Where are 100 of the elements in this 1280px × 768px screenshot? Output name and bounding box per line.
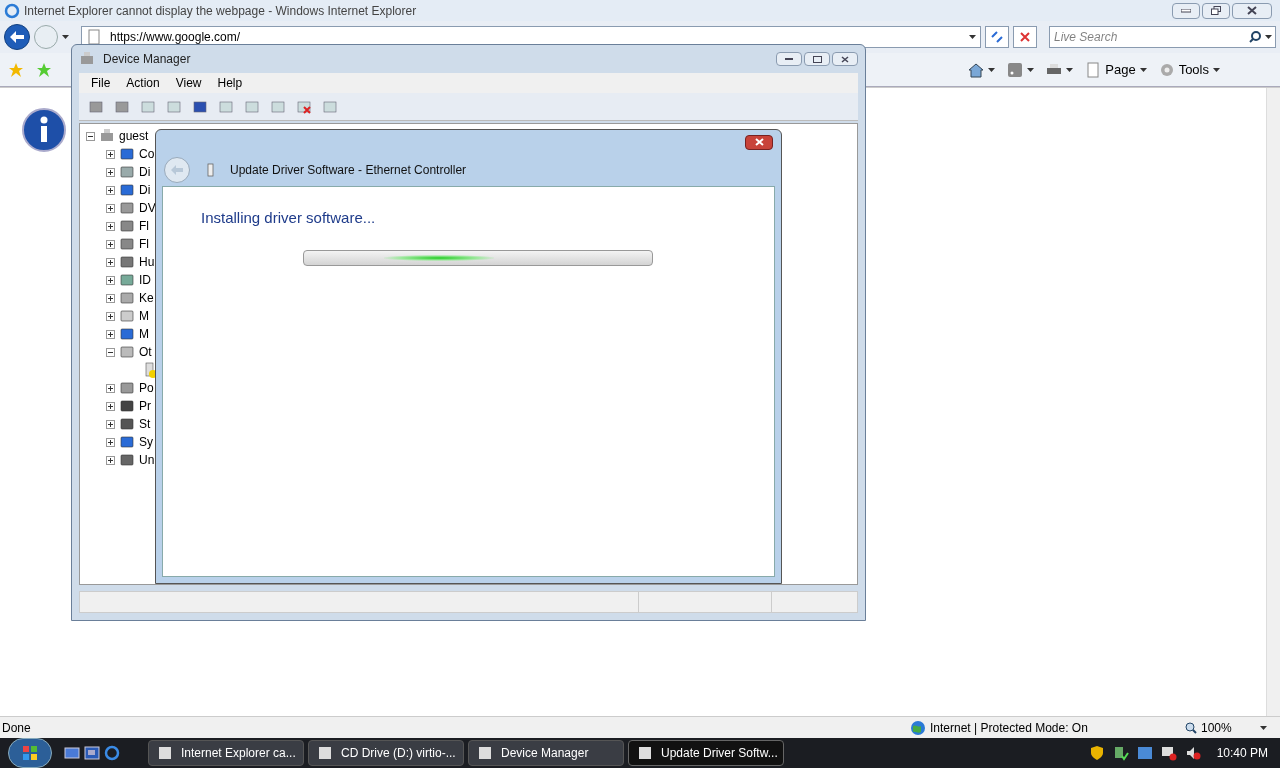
toolbar-button[interactable]: Page — [1085, 58, 1147, 81]
device-icon — [119, 200, 135, 216]
minimize-button[interactable] — [776, 52, 802, 66]
restore-icon — [1211, 6, 1221, 15]
tree-item-label[interactable]: Di — [139, 163, 151, 181]
page-icon — [1085, 61, 1102, 78]
globe-icon — [910, 719, 926, 736]
dialog-heading: Installing driver software... — [201, 208, 377, 228]
menu-item[interactable]: File — [91, 74, 111, 92]
device-icon — [119, 398, 135, 414]
tree-expander[interactable] — [106, 437, 115, 447]
caret-icon — [1139, 67, 1147, 72]
tree-item-label[interactable]: St — [139, 415, 151, 433]
tree-item-label[interactable]: Pr — [139, 397, 151, 415]
menu-item[interactable]: View — [175, 74, 202, 92]
toolbar-button[interactable]: Tools — [1158, 58, 1220, 81]
tree-item-label[interactable]: Fl — [139, 235, 149, 253]
plus-icon — [108, 331, 113, 337]
caret-icon — [1265, 35, 1272, 39]
plus-icon — [108, 151, 113, 157]
tree-item-label[interactable]: Hu — [139, 253, 155, 271]
tree-expander[interactable] — [106, 185, 115, 195]
tree-item-label[interactable]: Po — [139, 379, 154, 397]
plus-icon — [108, 223, 113, 229]
tree-expander[interactable] — [106, 257, 115, 267]
home-icon — [968, 61, 985, 78]
shield-icon — [1088, 745, 1105, 761]
taskbar-button[interactable]: Update Driver Softw... — [628, 740, 784, 766]
window-switch-icon — [84, 745, 100, 761]
restore-button[interactable] — [1202, 2, 1230, 19]
tree-expander[interactable] — [106, 167, 115, 177]
close-button[interactable] — [745, 134, 773, 150]
status-text: Done — [1, 719, 32, 737]
tree-item-label[interactable]: Un — [139, 451, 155, 469]
tree-item-label[interactable]: Ot — [139, 343, 152, 361]
plus-icon — [108, 313, 113, 319]
zoom-button[interactable]: 100% — [1185, 718, 1267, 737]
tree-expander[interactable] — [106, 383, 115, 393]
tree-item-label[interactable]: M — [139, 307, 149, 325]
star-icon — [8, 61, 24, 78]
tree-expander[interactable] — [106, 401, 115, 411]
computer-icon — [79, 51, 95, 67]
close-button[interactable] — [832, 52, 858, 66]
zoom-icon — [1185, 721, 1197, 734]
menu-item[interactable]: Action — [126, 74, 160, 92]
tree-item-label[interactable]: guest — [119, 127, 149, 145]
tree-item-label[interactable]: Co — [139, 145, 155, 163]
tree-expander[interactable] — [106, 275, 115, 285]
device-icon — [119, 254, 135, 270]
plus-icon — [108, 439, 113, 445]
tree-expander[interactable] — [106, 293, 115, 303]
device-icon — [119, 326, 135, 342]
browser-logo-icon — [104, 745, 120, 761]
tree-expander[interactable] — [106, 203, 115, 213]
panel-icon — [141, 99, 155, 114]
tree-item-label[interactable]: Fl — [139, 217, 149, 235]
close-icon — [754, 138, 764, 146]
maximize-button[interactable] — [804, 52, 830, 66]
taskbar-button[interactable]: CD Drive (D:) virtio-... — [308, 740, 464, 766]
tree-expander[interactable] — [106, 221, 115, 231]
scrollbar[interactable] — [1266, 88, 1280, 716]
panel-icon — [219, 99, 233, 114]
menu-item[interactable]: Help — [217, 74, 243, 92]
tree-expander[interactable] — [86, 131, 95, 141]
caret-icon — [1027, 67, 1035, 72]
tree-expander[interactable] — [106, 149, 115, 159]
plus-icon — [108, 205, 113, 211]
refresh-button[interactable] — [985, 26, 1009, 48]
tree-item-label[interactable]: M — [139, 325, 149, 343]
tree-expander[interactable] — [106, 311, 115, 321]
taskbar-button[interactable]: Device Manager — [468, 740, 624, 766]
device-icon — [119, 308, 135, 324]
plus-icon — [108, 259, 113, 265]
search-field[interactable]: Live Search — [1049, 26, 1276, 48]
tree-item-label[interactable]: Sy — [139, 433, 153, 451]
tree-expander[interactable] — [106, 419, 115, 429]
taskbar-button[interactable]: Internet Explorer ca... — [148, 740, 304, 766]
tree-item-label[interactable]: Di — [139, 181, 151, 199]
plus-icon — [108, 457, 113, 463]
stop-button[interactable] — [1013, 26, 1037, 48]
minimize-icon — [785, 57, 793, 61]
minimize-icon — [1181, 8, 1191, 13]
tree-expander[interactable] — [106, 329, 115, 339]
plus-icon — [108, 169, 113, 175]
window-title: Internet Explorer cannot display the webpage - Windows Internet Explorer — [24, 2, 418, 20]
tree-item-label[interactable]: Ke — [139, 289, 154, 307]
plus-icon — [108, 277, 113, 283]
start-button[interactable] — [8, 738, 52, 768]
caret-icon — [988, 67, 996, 72]
device-icon — [119, 434, 135, 450]
tree-item-label[interactable]: DV — [139, 199, 156, 217]
device-icon — [119, 290, 135, 306]
tree-item-label[interactable]: ID — [139, 271, 151, 289]
device-icon — [119, 380, 135, 396]
close-button[interactable] — [1232, 2, 1272, 19]
back-button[interactable] — [4, 24, 30, 50]
back-arrow-icon — [171, 165, 183, 175]
tree-expander[interactable] — [106, 347, 115, 357]
tree-expander[interactable] — [106, 455, 115, 465]
tree-expander[interactable] — [106, 239, 115, 249]
